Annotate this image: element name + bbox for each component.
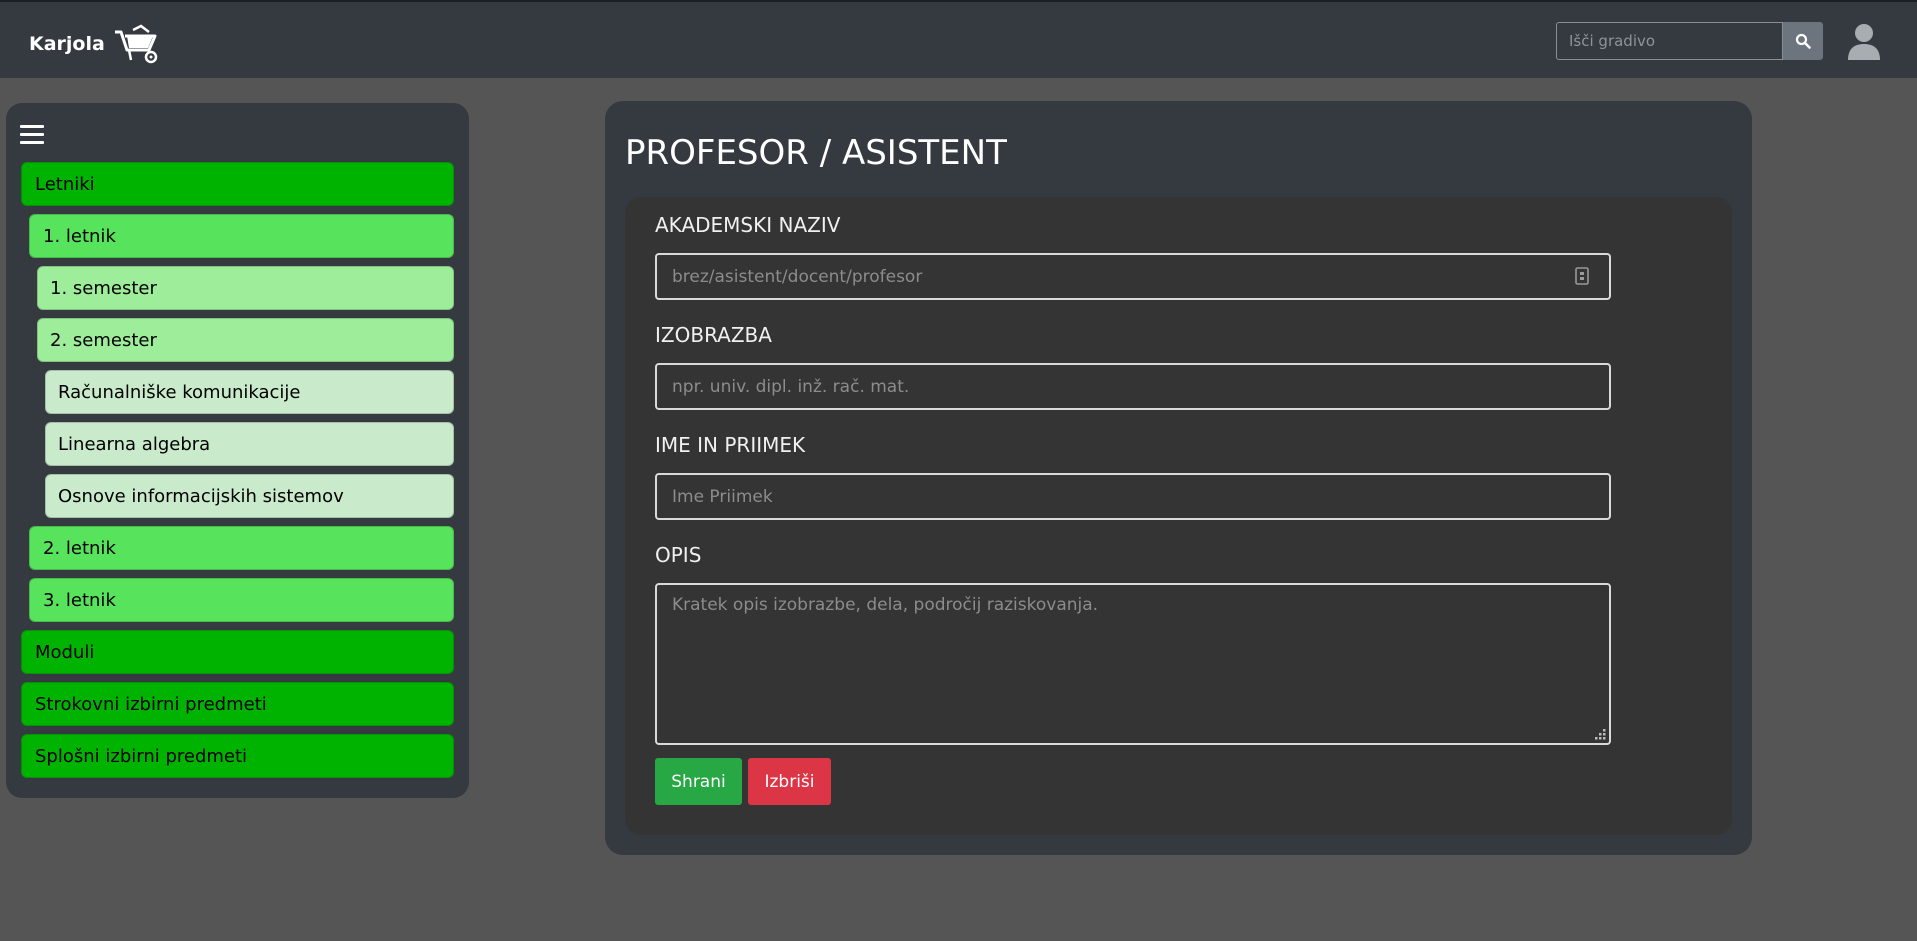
sidebar-item-1-semester[interactable]: 1. semester — [37, 266, 454, 310]
professor-form: AKADEMSKI NAZIV IZOBRAZBA IME IN PRIIMEK… — [625, 197, 1732, 835]
description-textarea[interactable] — [655, 583, 1611, 745]
main-panel: PROFESOR / ASISTENT AKADEMSKI NAZIV IZOB… — [605, 101, 1752, 855]
brand-name: Karjola — [29, 33, 105, 55]
sidebar-item-label: Računalniške komunikacije — [58, 381, 301, 403]
sidebar-item-label: 3. letnik — [43, 589, 116, 611]
sidebar-item-label: Linearna algebra — [58, 433, 211, 455]
user-icon[interactable] — [1845, 22, 1883, 62]
list-icon — [1575, 267, 1589, 285]
sidebar-item-splosni-izbirni[interactable]: Splošni izbirni predmeti — [21, 734, 454, 778]
academic-title-label: AKADEMSKI NAZIV — [655, 213, 841, 237]
academic-title-field[interactable] — [655, 253, 1611, 300]
wheelbarrow-icon — [114, 24, 158, 64]
sidebar-item-moduli[interactable]: Moduli — [21, 630, 454, 674]
search-icon — [1795, 33, 1811, 49]
sidebar-item-linearna-algebra[interactable]: Linearna algebra — [45, 422, 454, 466]
sidebar-item-2-semester[interactable]: 2. semester — [37, 318, 454, 362]
delete-button[interactable]: Izbriši — [748, 758, 831, 805]
sidebar-item-label: Splošni izbirni predmeti — [35, 745, 248, 767]
sidebar-item-label: 2. letnik — [43, 537, 116, 559]
sidebar-item-label: Letniki — [35, 173, 95, 195]
hamburger-icon[interactable] — [20, 125, 44, 147]
search-group — [1556, 22, 1823, 62]
sidebar-item-label: Moduli — [35, 641, 95, 663]
full-name-label: IME IN PRIIMEK — [655, 433, 806, 457]
sidebar-item-letniki[interactable]: Letniki — [21, 162, 454, 206]
sidebar-item-label: Strokovni izbirni predmeti — [35, 693, 267, 715]
search-input[interactable] — [1556, 22, 1783, 60]
top-navbar: Karjola — [0, 0, 1917, 78]
description-label: OPIS — [655, 543, 702, 567]
sidebar: Letniki 1. letnik 1. semester 2. semeste… — [6, 103, 469, 798]
sidebar-item-label: 1. letnik — [43, 225, 116, 247]
academic-title-input[interactable] — [655, 253, 1611, 300]
search-button[interactable] — [1783, 22, 1823, 60]
sidebar-item-2-letnik[interactable]: 2. letnik — [29, 526, 454, 570]
sidebar-item-label: 2. semester — [50, 329, 157, 351]
save-button[interactable]: Shrani — [655, 758, 742, 805]
sidebar-item-label: Osnove informacijskih sistemov — [58, 485, 344, 507]
sidebar-item-3-letnik[interactable]: 3. letnik — [29, 578, 454, 622]
sidebar-item-osnove-informacijskih-sistemov[interactable]: Osnove informacijskih sistemov — [45, 474, 454, 518]
resize-grip-icon[interactable] — [1595, 729, 1607, 741]
sidebar-item-1-letnik[interactable]: 1. letnik — [29, 214, 454, 258]
page-title: PROFESOR / ASISTENT — [625, 133, 1007, 173]
sidebar-item-strokovni-izbirni[interactable]: Strokovni izbirni predmeti — [21, 682, 454, 726]
sidebar-item-racunalniske-komunikacije[interactable]: Računalniške komunikacije — [45, 370, 454, 414]
education-input[interactable] — [655, 363, 1611, 410]
sidebar-item-label: 1. semester — [50, 277, 157, 299]
full-name-input[interactable] — [655, 473, 1611, 520]
education-label: IZOBRAZBA — [655, 323, 772, 347]
brand[interactable]: Karjola — [29, 24, 159, 64]
